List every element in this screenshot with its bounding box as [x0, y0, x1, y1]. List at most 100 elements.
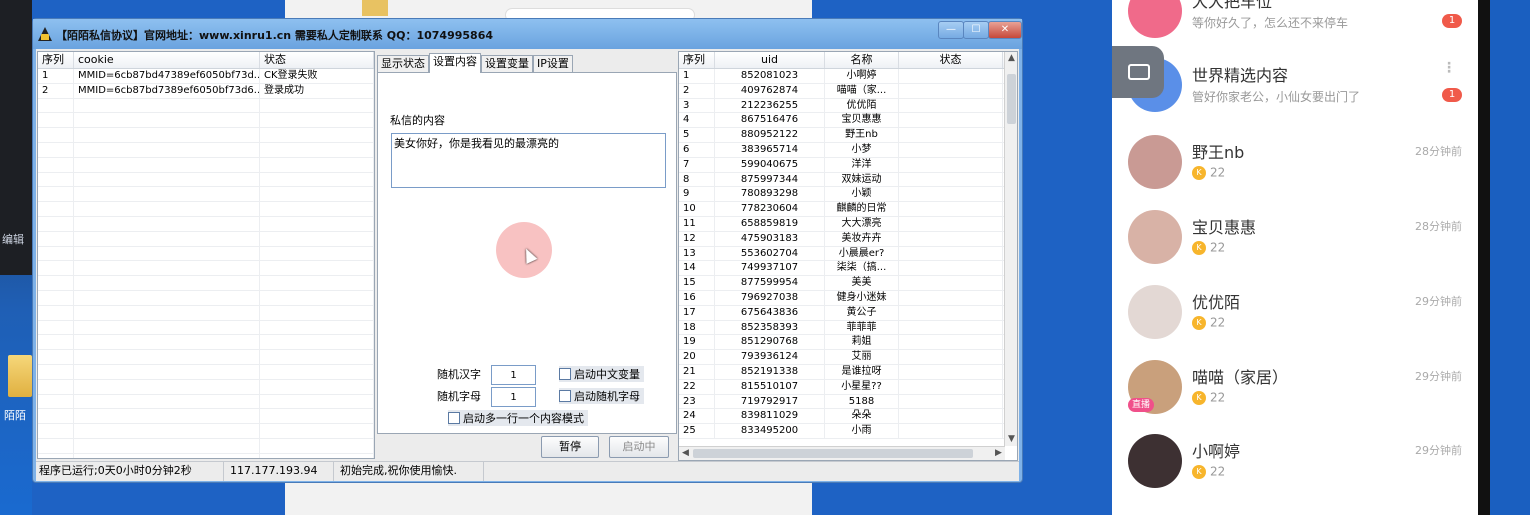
checkbox-icon[interactable] — [559, 368, 571, 380]
table-row[interactable] — [38, 290, 374, 306]
table-row[interactable]: 2 409762874 喵喵（家... — [679, 83, 1017, 99]
table-row[interactable] — [38, 261, 374, 277]
tab-set-variable[interactable]: 设置变量 — [481, 55, 533, 73]
col-uid[interactable]: uid — [715, 52, 825, 68]
table-row[interactable] — [38, 335, 374, 351]
table-row[interactable]: 25 833495200 小雨 — [679, 424, 1017, 439]
table-row[interactable]: 10 778230604 麒麟的日常 — [679, 202, 1017, 217]
more-options-icon[interactable]: ⋮ — [1442, 60, 1456, 76]
cookie-list[interactable]: 序列 cookie 状态 1 MMID=6cb87bd47389ef6050bf7… — [37, 51, 375, 459]
vertical-scroll-thumb[interactable] — [1007, 74, 1016, 124]
table-row[interactable]: 14 749937107 柒柒（搞... — [679, 261, 1017, 277]
col-seq[interactable]: 序列 — [679, 52, 715, 68]
table-row[interactable]: 9 780893298 小颖 — [679, 187, 1017, 203]
table-row[interactable]: 23 719792917 5188 — [679, 394, 1017, 410]
scroll-down-icon[interactable]: ▼ — [1005, 433, 1017, 446]
col-name[interactable]: 名称 — [825, 52, 899, 68]
table-row[interactable] — [38, 113, 374, 129]
table-row[interactable] — [38, 172, 374, 188]
horizontal-scroll-thumb[interactable] — [693, 449, 973, 458]
more-options-icon[interactable]: ⋮ — [1442, 0, 1456, 2]
table-row[interactable]: 2 MMID=6cb87bd7389ef6050bf73d6... 登录成功 — [38, 83, 374, 99]
avatar[interactable] — [1128, 210, 1182, 264]
avatar[interactable] — [1128, 135, 1182, 189]
table-row[interactable] — [38, 409, 374, 425]
table-row[interactable] — [38, 216, 374, 232]
start-button[interactable]: 启动中 — [609, 436, 669, 458]
close-button[interactable]: ✕ — [988, 21, 1022, 39]
chat-list-item[interactable]: 小啊婷 K 22 29分钟前 — [1112, 424, 1478, 498]
window-titlebar[interactable]: 【陌陌私信协议】官网地址：www.xinru1.cn 需要私人定制联系 QQ：1… — [33, 19, 1022, 49]
table-row[interactable]: 5 880952122 野王nb — [679, 128, 1017, 143]
pause-button[interactable]: 暂停 — [541, 436, 599, 458]
chat-list-item[interactable]: 世界精选内容 管好你家老公，小仙女要出门了 ⋮ 1 — [1112, 48, 1478, 122]
table-row[interactable] — [38, 379, 374, 395]
table-row[interactable] — [38, 438, 374, 454]
tab-set-content[interactable]: 设置内容 — [429, 53, 481, 73]
table-row[interactable]: 20 793936124 艾丽 — [679, 350, 1017, 365]
tab-ip-settings[interactable]: IP设置 — [533, 55, 573, 73]
table-row[interactable]: 22 815510107 小星星?? — [679, 379, 1017, 395]
avatar[interactable] — [1128, 285, 1182, 339]
table-row[interactable]: 17 675643836 黄公子 — [679, 305, 1017, 321]
chat-list-item[interactable]: 优优陌 K 22 29分钟前 — [1112, 275, 1478, 349]
uid-list[interactable]: 序列 uid 名称 状态 1 852081023 小啊婷 2 409762874 喵喵（家… — [678, 51, 1018, 461]
table-row[interactable]: 18 852358393 菲菲菲 — [679, 320, 1017, 336]
minimize-button[interactable]: — — [938, 21, 964, 39]
table-row[interactable]: 16 796927038 健身小迷妹 — [679, 290, 1017, 306]
table-row[interactable] — [38, 364, 374, 380]
table-row[interactable] — [38, 276, 374, 291]
checkbox-icon[interactable] — [448, 412, 460, 424]
table-row[interactable] — [38, 187, 374, 203]
table-row[interactable] — [38, 98, 374, 114]
scroll-up-icon[interactable]: ▲ — [1005, 52, 1017, 65]
checkbox-icon[interactable] — [559, 390, 571, 402]
folder-icon[interactable] — [8, 355, 32, 397]
table-row[interactable]: 19 851290768 莉姐 — [679, 335, 1017, 351]
avatar[interactable] — [1128, 0, 1182, 38]
scroll-right-icon[interactable]: ▶ — [992, 447, 1005, 460]
chk-multiline-mode[interactable]: 启动多一行一个内容模式 — [448, 410, 588, 426]
col-cookie[interactable]: cookie — [74, 52, 260, 68]
random-hanzi-input[interactable] — [491, 365, 536, 385]
table-row[interactable]: 21 852191338 是谁拉呀 — [679, 364, 1017, 380]
table-row[interactable]: 6 383965714 小梦 — [679, 142, 1017, 158]
table-row[interactable] — [38, 246, 374, 262]
table-row[interactable]: 1 852081023 小啊婷 — [679, 69, 1017, 84]
table-row[interactable]: 11 658859819 大大漂亮 — [679, 216, 1017, 232]
tab-show-status[interactable]: 显示状态 — [377, 55, 429, 73]
table-row[interactable] — [38, 320, 374, 336]
chk-random-letter[interactable]: 启动随机字母 — [559, 388, 644, 404]
table-row[interactable] — [38, 394, 374, 410]
chat-list-item[interactable]: 宝贝惠惠 K 22 28分钟前 — [1112, 200, 1478, 274]
table-row[interactable]: 13 553602704 小晨晨er? — [679, 246, 1017, 262]
table-row[interactable]: 3 212236255 优优陌 — [679, 98, 1017, 114]
table-row[interactable] — [38, 128, 374, 143]
horizontal-scrollbar[interactable]: ◀ ▶ — [679, 446, 1005, 460]
chat-list-item[interactable]: 野王nb K 22 28分钟前 — [1112, 125, 1478, 199]
col-status[interactable]: 状态 — [260, 52, 374, 68]
message-textarea[interactable]: 美女你好，你是我看见的最漂亮的 — [391, 133, 666, 188]
table-row[interactable] — [38, 231, 374, 247]
vertical-scrollbar[interactable]: ▲ ▼ — [1004, 52, 1017, 446]
table-row[interactable]: 8 875997344 双妹运动 — [679, 172, 1017, 188]
chat-list-item[interactable]: 大大把车位等你好久了，怎么还不来停车 ⋮ 1 — [1112, 0, 1478, 48]
table-row[interactable] — [38, 305, 374, 321]
floating-screen-widget[interactable] — [1112, 46, 1164, 98]
col-seq[interactable]: 序列 — [38, 52, 74, 68]
table-row[interactable]: 15 877599954 美美 — [679, 276, 1017, 291]
table-row[interactable]: 12 475903183 美妆卉卉 — [679, 231, 1017, 247]
table-row[interactable] — [38, 424, 374, 439]
table-row[interactable]: 1 MMID=6cb87bd47389ef6050bf73d... CK登录失败 — [38, 69, 374, 84]
table-row[interactable]: 24 839811029 朵朵 — [679, 409, 1017, 425]
table-row[interactable]: 7 599040675 洋洋 — [679, 157, 1017, 173]
scroll-left-icon[interactable]: ◀ — [679, 447, 692, 460]
avatar[interactable] — [1128, 434, 1182, 488]
col-status[interactable]: 状态 — [899, 52, 1003, 68]
chk-chinese-variable[interactable]: 启动中文变量 — [559, 366, 644, 382]
table-row[interactable] — [38, 157, 374, 173]
table-row[interactable] — [38, 202, 374, 217]
maximize-button[interactable]: ☐ — [963, 21, 989, 39]
table-row[interactable]: 4 867516476 宝贝惠惠 — [679, 113, 1017, 129]
chat-list-item[interactable]: 喵喵（家居） K 22 29分钟前 直播 — [1112, 350, 1478, 424]
